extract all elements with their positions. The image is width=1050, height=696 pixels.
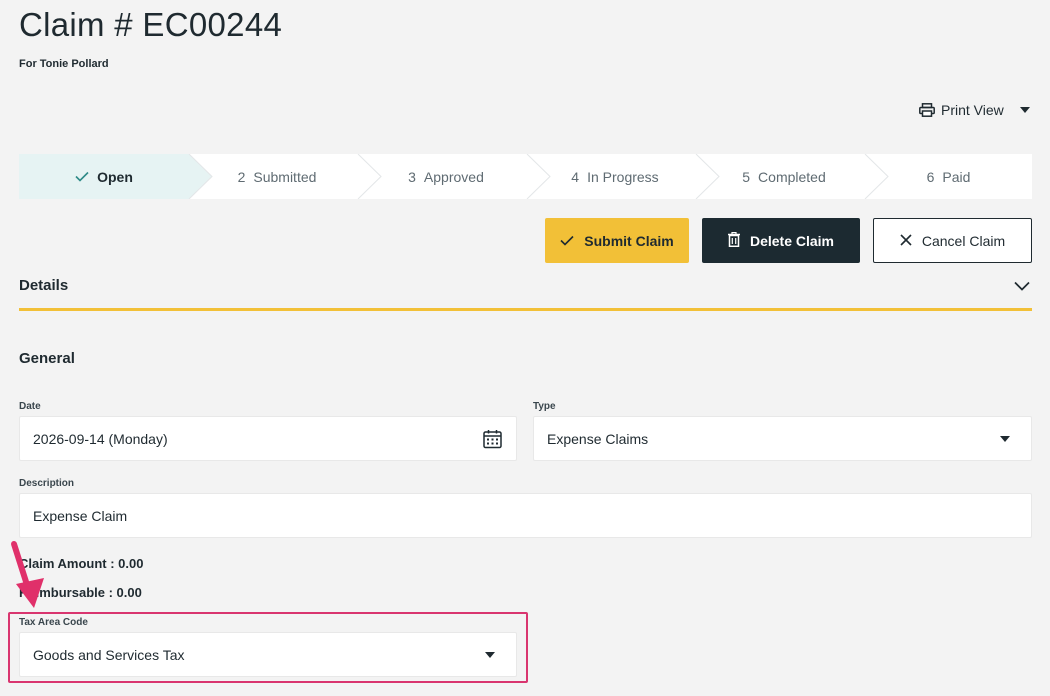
step-number: 4: [571, 168, 580, 185]
print-view-label: Print View: [941, 102, 1004, 118]
check-icon: [560, 233, 574, 249]
tax-area-code-value: Goods and Services Tax: [33, 646, 185, 663]
page-title: Claim # EC00244: [19, 6, 283, 43]
close-icon: [900, 233, 912, 249]
step-label: Open: [97, 168, 133, 185]
delete-claim-button[interactable]: Delete Claim: [702, 218, 860, 263]
submit-claim-label: Submit Claim: [584, 232, 674, 249]
chevron-down-icon[interactable]: [1014, 278, 1030, 296]
step-completed: 5 Completed: [696, 154, 872, 199]
step-number: 5: [742, 168, 751, 185]
check-icon: [75, 169, 89, 185]
date-field[interactable]: 2026-09-14 (Monday): [19, 416, 517, 461]
delete-claim-label: Delete Claim: [749, 232, 835, 249]
step-open: Open: [19, 154, 189, 199]
details-section-title: Details: [19, 277, 69, 294]
caret-down-icon: [1019, 107, 1030, 113]
type-label: Type: [533, 401, 556, 412]
tax-area-code-select[interactable]: Goods and Services Tax: [19, 632, 517, 677]
description-label: Description: [19, 478, 75, 489]
details-divider: [19, 308, 1032, 311]
step-number: 3: [408, 168, 416, 185]
date-label: Date: [19, 401, 41, 412]
description-input[interactable]: Expense Claim: [19, 493, 1032, 538]
step-paid: 6 Paid: [865, 154, 1032, 199]
submit-claim-button[interactable]: Submit Claim: [545, 218, 689, 263]
step-label: Paid: [942, 168, 971, 185]
details-section-header[interactable]: Details: [19, 275, 1032, 308]
annotation-arrow-icon: [4, 540, 48, 617]
type-select[interactable]: Expense Claims: [533, 416, 1032, 461]
cancel-claim-label: Cancel Claim: [921, 232, 1006, 249]
claimant-subtitle: For Tonie Pollard: [19, 58, 109, 70]
step-label: Approved: [423, 168, 484, 185]
step-label: In Progress: [587, 168, 659, 185]
calendar-icon[interactable]: [483, 429, 502, 448]
tax-area-code-label: Tax Area Code: [19, 617, 88, 628]
print-view-dropdown[interactable]: Print View: [919, 100, 1030, 120]
step-submitted: 2 Submitted: [189, 154, 365, 199]
step-label: Completed: [758, 168, 826, 185]
status-stepper: Open 2 Submitted 3 Approved 4 In Progres…: [19, 154, 1032, 199]
caret-down-icon[interactable]: [485, 651, 495, 658]
date-value: 2026-09-14 (Monday): [33, 430, 168, 447]
step-approved: 3 Approved: [358, 154, 534, 199]
cancel-claim-button[interactable]: Cancel Claim: [873, 218, 1032, 263]
trash-icon: [727, 231, 740, 250]
description-value: Expense Claim: [33, 507, 128, 524]
step-number: 6: [926, 168, 935, 185]
printer-icon: [919, 103, 935, 117]
step-number: 2: [237, 168, 246, 185]
step-label: Submitted: [253, 168, 317, 185]
general-heading: General: [19, 350, 75, 367]
caret-down-icon[interactable]: [1000, 435, 1010, 442]
step-in-progress: 4 In Progress: [527, 154, 703, 199]
type-value: Expense Claims: [547, 430, 649, 447]
